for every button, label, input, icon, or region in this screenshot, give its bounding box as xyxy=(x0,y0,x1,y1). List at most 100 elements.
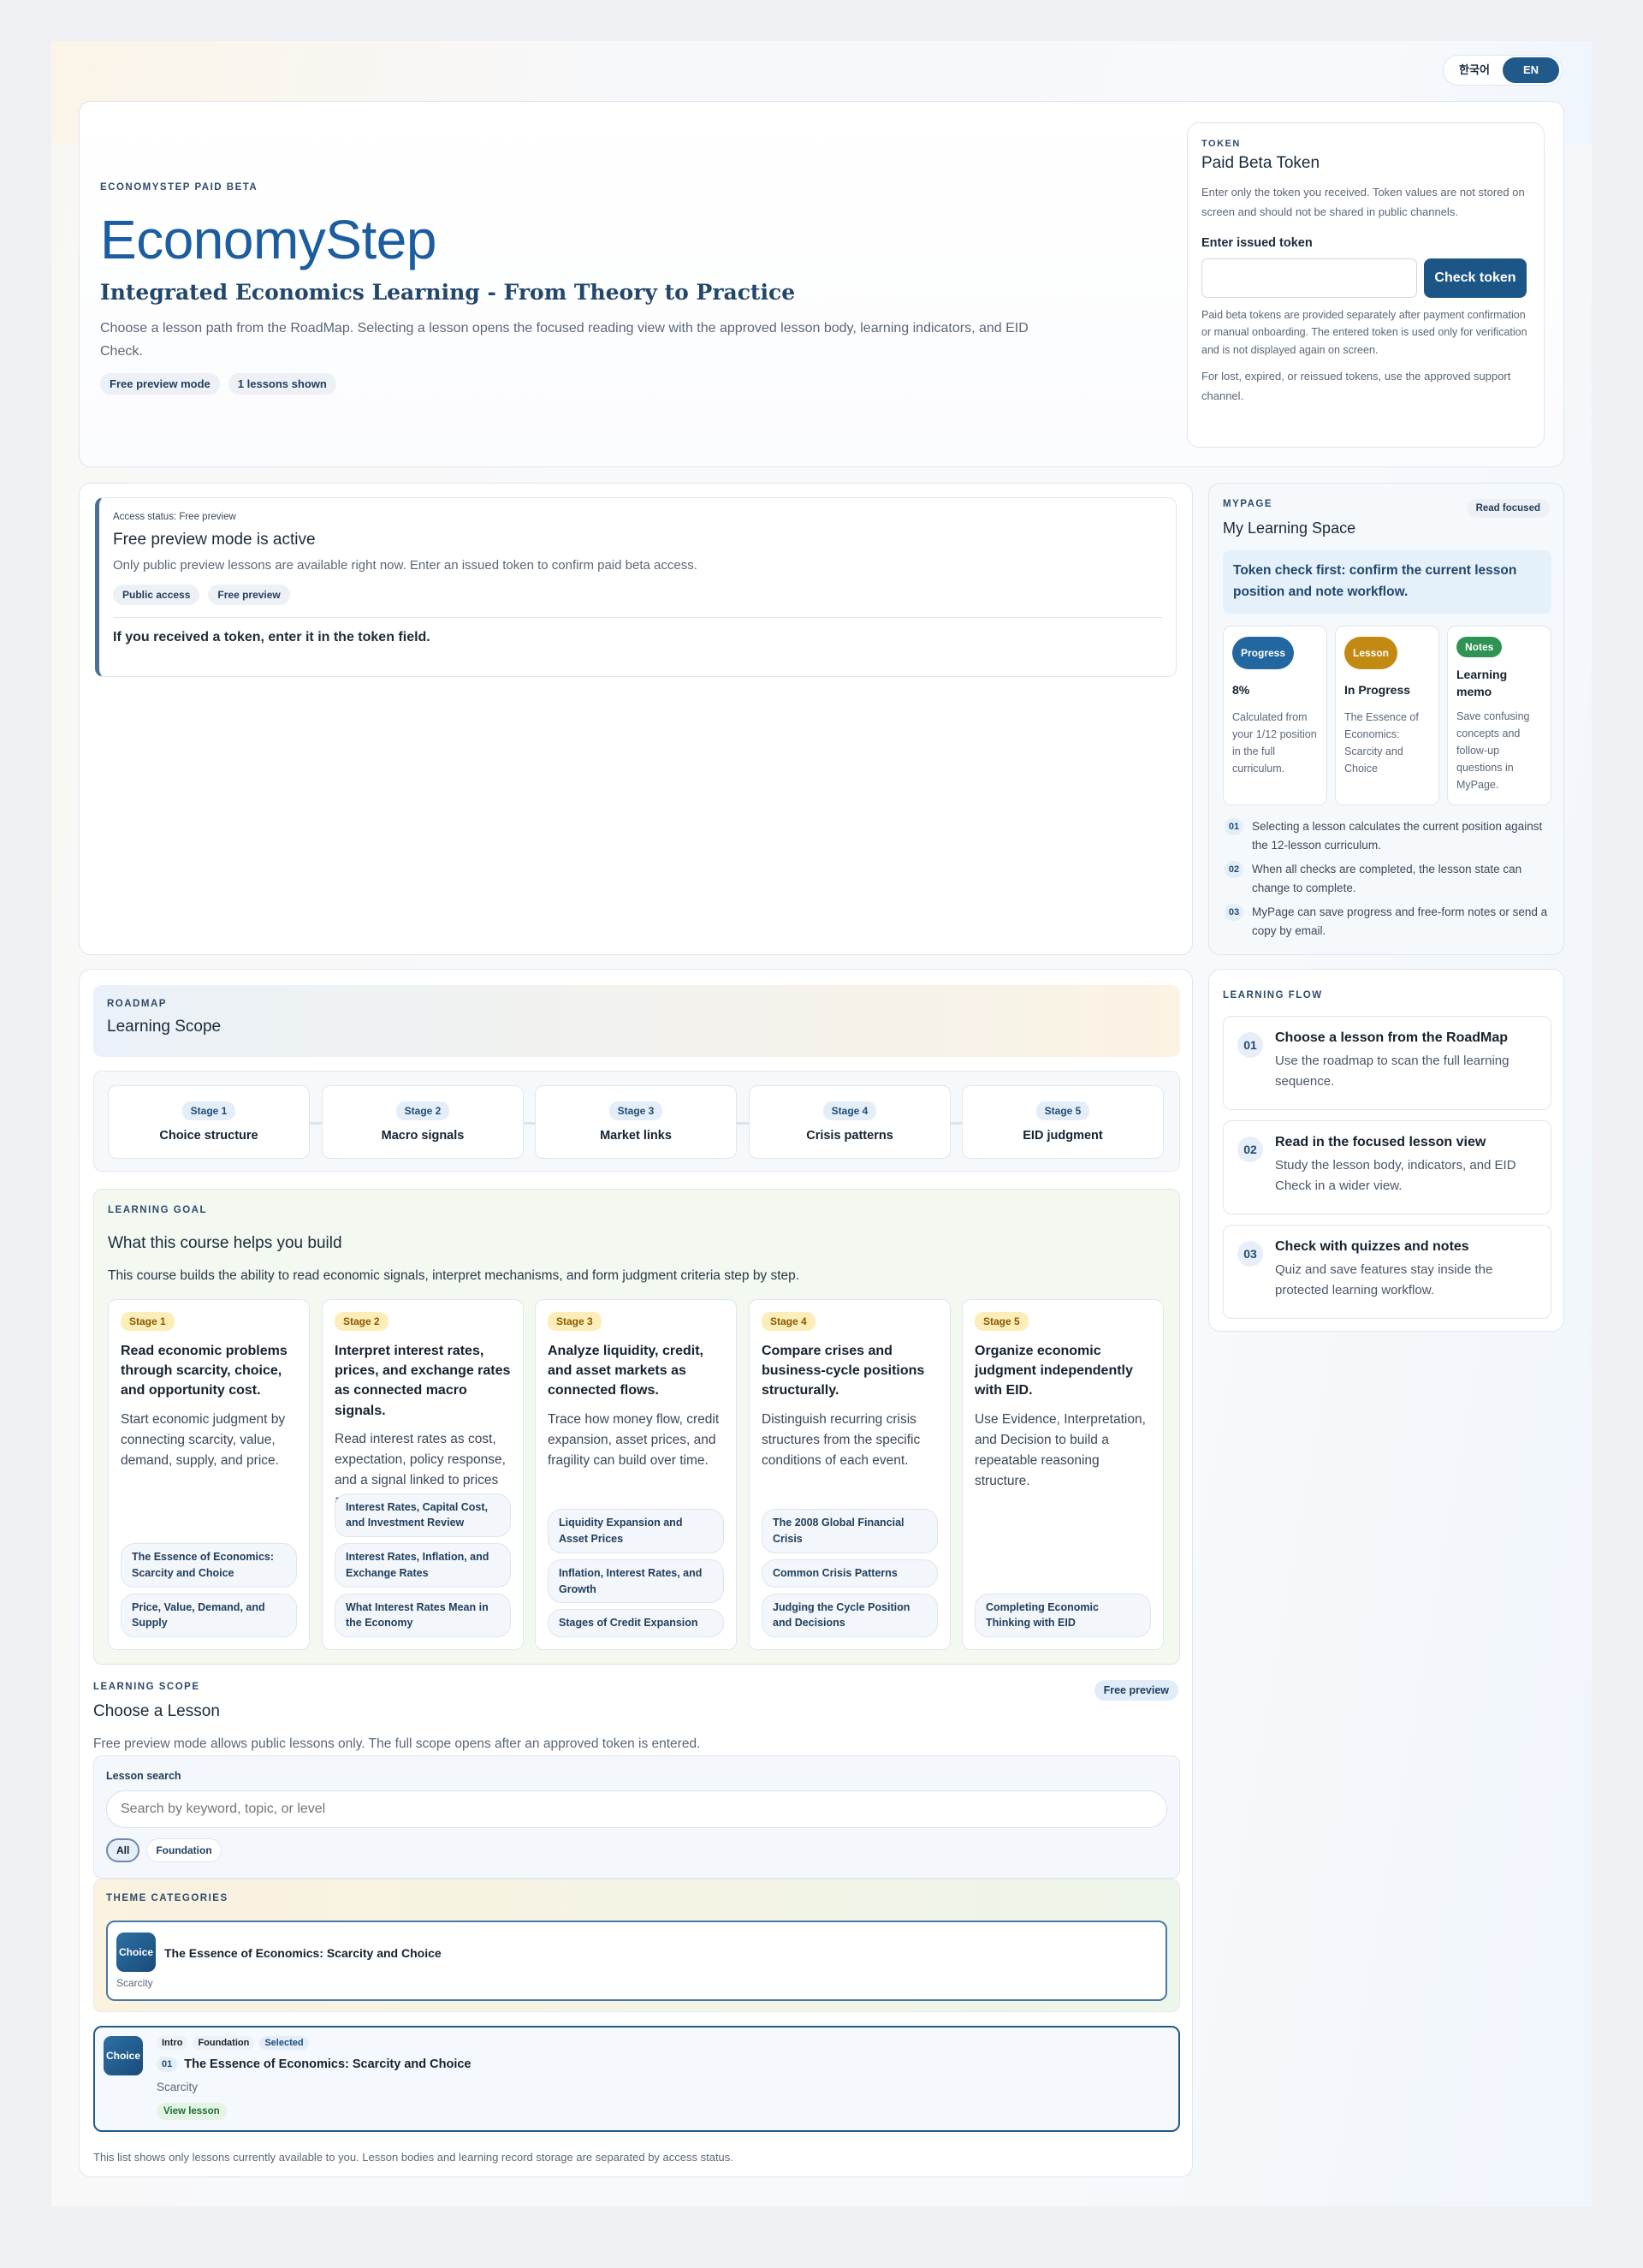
read-focused-badge: Read focused xyxy=(1466,499,1550,518)
filter-all[interactable]: All xyxy=(106,1838,140,1862)
check-token-button[interactable]: Check token xyxy=(1424,258,1527,298)
access-hint: If you received a token, enter it in the… xyxy=(113,630,430,644)
lesson-chip[interactable]: Common Crisis Patterns xyxy=(762,1559,938,1588)
access-text: Only public preview lessons are availabl… xyxy=(113,558,697,573)
language-toggle[interactable]: 한국어 EN xyxy=(1443,55,1563,86)
lesson-value: In Progress xyxy=(1344,683,1411,697)
roadmap-stage[interactable]: Stage 4 Crisis patterns xyxy=(749,1085,951,1159)
notes-text: Save confusing concepts and follow-up qu… xyxy=(1456,709,1530,791)
progress-text: Calculated from your 1/12 position in th… xyxy=(1232,711,1317,775)
token-input-label: Enter issued token xyxy=(1201,235,1313,250)
lesson-list-item[interactable]: Choice Intro Foundation Selected 01 The … xyxy=(93,2026,1180,2132)
lessons-count-pill: 1 lessons shown xyxy=(228,373,336,395)
stage-track: Stage 1 Choice structure Stage 2 Macro sig… xyxy=(93,1071,1180,1172)
lesson-chip[interactable]: Interest Rates, Capital Cost, and Invest… xyxy=(335,1493,511,1537)
lesson-icon: Choice xyxy=(104,2036,143,2075)
access-panel: Access status: Free preview Free preview… xyxy=(79,483,1193,955)
hero-eyebrow: ECONOMYSTEP PAID BETA xyxy=(100,182,258,193)
roadmap-panel: ROADMAP Learning Scope Stage 1 Choice str… xyxy=(79,969,1193,2177)
lesson-chip[interactable]: Liquidity Expansion and Asset Prices xyxy=(548,1509,724,1553)
lesson-card: Lesson In Progress The Essence of Econom… xyxy=(1335,626,1439,805)
token-card: TOKEN Paid Beta Token Enter only the tok… xyxy=(1187,122,1545,448)
free-preview-badge: Free preview xyxy=(1094,1680,1178,1701)
learning-goal-section: LEARNING GOAL What this course helps you… xyxy=(93,1189,1180,1665)
mypage-eyebrow: MYPAGE xyxy=(1223,499,1272,509)
hero-card: ECONOMYSTEP PAID BETA EconomyStep Integr… xyxy=(79,101,1564,467)
token-input[interactable] xyxy=(1201,258,1417,298)
progress-badge: Progress xyxy=(1232,637,1295,669)
lang-en-option[interactable]: EN xyxy=(1503,57,1559,83)
roadmap-stage[interactable]: Stage 1 Choice structure xyxy=(108,1085,310,1159)
mypage-step: 02 When all checks are completed, the les… xyxy=(1225,860,1551,897)
roadmap-eyebrow: ROADMAP xyxy=(107,999,167,1009)
hero-description: Choose a lesson path from the RoadMap. S… xyxy=(100,321,1029,359)
mypage-step: 03 MyPage can save progress and free-form… xyxy=(1225,903,1551,940)
roadmap-title: Learning Scope xyxy=(107,1018,222,1036)
access-status-box: Access status: Free preview Free preview… xyxy=(95,497,1177,677)
progress-card: Progress 8% Calculated from your 1/12 po… xyxy=(1223,626,1327,805)
lesson-tag-selected: Selected xyxy=(259,2036,309,2050)
learning-flow-panel: LEARNING FLOW 01 Choose a lesson from the… xyxy=(1208,969,1564,1332)
lesson-chip[interactable]: The Essence of Economics: Scarcity and C… xyxy=(121,1543,297,1588)
flow-item: 01 Choose a lesson from the RoadMap Use th… xyxy=(1223,1016,1551,1110)
page-subtitle: Integrated Economics Learning - From The… xyxy=(100,280,796,305)
goal-eyebrow: LEARNING GOAL xyxy=(108,1205,207,1215)
free-preview-pill: Free preview xyxy=(208,585,290,605)
token-title: Paid Beta Token xyxy=(1201,154,1320,172)
scope-text: Free preview mode allows public lessons … xyxy=(93,1737,701,1751)
lesson-search-box: Lesson search All Foundation xyxy=(93,1755,1180,1879)
mypage-panel: MYPAGE Read focused My Learning Space To… xyxy=(1208,483,1564,955)
lesson-badge: Lesson xyxy=(1344,637,1398,669)
lesson-chip[interactable]: Judging the Cycle Position and Decisions xyxy=(762,1593,938,1637)
token-description: Enter only the token you received. Token… xyxy=(1201,186,1525,218)
footer-note: This list shows only lessons currently a… xyxy=(93,2151,733,2164)
notes-card: Notes Learning memo Save confusing conce… xyxy=(1447,626,1551,805)
lesson-chip[interactable]: Stages of Credit Expansion xyxy=(548,1609,724,1637)
lang-ko-option[interactable]: 한국어 xyxy=(1446,57,1503,83)
access-status-label: Access status: Free preview xyxy=(113,512,236,522)
lesson-chip[interactable]: Interest Rates, Inflation, and Exchange … xyxy=(335,1543,511,1588)
token-note-payment: Paid beta tokens are provided separately… xyxy=(1201,308,1527,356)
theme-categories: THEME CATEGORIES Choice The Essence of E… xyxy=(93,1879,1180,2012)
scope-title: Choose a Lesson xyxy=(93,1702,220,1720)
roadmap-header: ROADMAP Learning Scope xyxy=(93,985,1180,1057)
flow-eyebrow: LEARNING FLOW xyxy=(1223,990,1323,1000)
lesson-chip[interactable]: Inflation, Interest Rates, and Growth xyxy=(548,1559,724,1604)
filter-foundation[interactable]: Foundation xyxy=(146,1838,222,1862)
page-title: EconomyStep xyxy=(100,209,436,270)
lesson-search-input[interactable] xyxy=(106,1790,1167,1828)
lesson-sub: Scarcity xyxy=(157,2081,199,2093)
theme-sub: Scarcity xyxy=(116,1977,153,1989)
progress-value: 8% xyxy=(1232,683,1250,697)
lesson-chip[interactable]: The 2008 Global Financial Crisis xyxy=(762,1509,938,1553)
scope-eyebrow: LEARNING SCOPE xyxy=(93,1682,200,1692)
flow-item: 03 Check with quizzes and notes Quiz and s… xyxy=(1223,1225,1551,1319)
goal-card: Stage 3 Analyze liquidity, credit, and a… xyxy=(535,1299,737,1650)
mode-pill: Free preview mode xyxy=(100,373,220,395)
lesson-chip[interactable]: Price, Value, Demand, and Supply xyxy=(121,1593,297,1637)
lesson-chip[interactable]: What Interest Rates Mean in the Economy xyxy=(335,1593,511,1637)
lesson-title: The Essence of Economics: Scarcity and C… xyxy=(184,2057,472,2071)
lesson-chip[interactable]: Completing Economic Thinking with EID xyxy=(975,1593,1151,1637)
theme-icon: Choice xyxy=(116,1933,156,1972)
token-eyebrow: TOKEN xyxy=(1201,139,1241,149)
lesson-tag: Intro xyxy=(157,2036,188,2050)
roadmap-stage[interactable]: Stage 3 Market links xyxy=(535,1085,737,1159)
goal-text: This course builds the ability to read e… xyxy=(108,1268,800,1283)
theme-title: The Essence of Economics: Scarcity and C… xyxy=(164,1946,442,1960)
goal-title: What this course helps you build xyxy=(108,1234,342,1252)
notes-badge: Notes xyxy=(1456,637,1503,657)
mypage-callout: Token check first: confirm the current l… xyxy=(1223,550,1551,614)
flow-item: 02 Read in the focused lesson view Study t… xyxy=(1223,1120,1551,1214)
roadmap-stage[interactable]: Stage 5 EID judgment xyxy=(962,1085,1164,1159)
view-lesson-button[interactable]: View lesson xyxy=(157,2103,227,2120)
mypage-step: 01 Selecting a lesson calculates the curr… xyxy=(1225,817,1551,854)
roadmap-stage[interactable]: Stage 2 Macro signals xyxy=(322,1085,524,1159)
goal-card: Stage 4 Compare crises and business-cycl… xyxy=(749,1299,951,1650)
token-note-support: For lost, expired, or reissued tokens, u… xyxy=(1201,370,1511,403)
public-access-pill: Public access xyxy=(113,585,200,605)
themes-eyebrow: THEME CATEGORIES xyxy=(106,1893,228,1903)
notes-value: Learning memo xyxy=(1456,668,1508,699)
theme-item[interactable]: Choice The Essence of Economics: Scarcit… xyxy=(106,1921,1167,2001)
goal-card: Stage 1 Read economic problems through s… xyxy=(108,1299,310,1650)
